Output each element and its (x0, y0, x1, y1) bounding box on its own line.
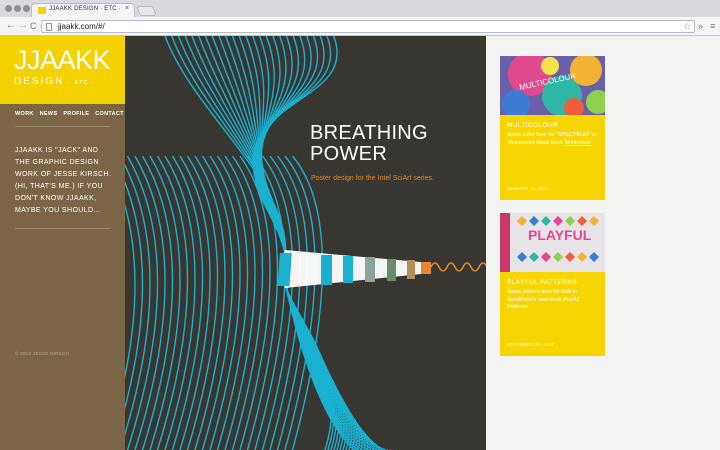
hero-title-line1: BREATHING (310, 122, 428, 144)
minimize-window-icon[interactable] (14, 5, 21, 12)
nav-contact[interactable]: CONTACT (95, 111, 124, 117)
thumbnail-label: PLAYFUL (528, 227, 592, 243)
url-text[interactable]: jjaakk.com/#/ (58, 22, 105, 31)
card-text: Some pattern love for Mali in SendPoint'… (507, 289, 580, 310)
hero-title: BREATHING POWER (310, 123, 428, 165)
nav-profile[interactable]: PROFILE (63, 111, 89, 117)
hero-caption: Poster design for the Intel SciArt serie… (311, 175, 434, 182)
multicolour-thumbnail[interactable]: MULTICOLOUR (500, 56, 605, 115)
hero-poster[interactable]: BREATHING POWER Poster design for the In… (125, 36, 486, 450)
card-link[interactable]: Multicolour (565, 140, 592, 146)
site-logo[interactable]: JJAAKK DESIGN · ETC · (0, 36, 125, 104)
tab-close-icon[interactable]: × (125, 5, 129, 12)
maximize-window-icon[interactable] (23, 5, 30, 12)
intro-text: JJAAKK IS "JACK" AND THE GRAPHIC DESIGN … (15, 147, 112, 214)
copyright-text: © 2012 JESSE KIRSCH (15, 351, 70, 356)
browser-tab[interactable]: JJAAKK DESIGN · ETC · × (31, 3, 135, 17)
news-card-multicolour[interactable]: MULTICOLOUR MULTICOLOUR Some color love … (500, 56, 605, 200)
card-title[interactable]: PLAYFUL PATTERNS (507, 279, 577, 286)
nav-work[interactable]: WORK (15, 111, 34, 117)
contour-lines (125, 36, 400, 450)
card-date: DECEMBER 04, 2012 (507, 342, 554, 347)
logo-design-text: DESIGN (14, 76, 65, 87)
favicon-icon (38, 7, 46, 14)
logo-wordmark: JJAAKK (14, 45, 111, 75)
tab-title: JJAAKK DESIGN · ETC · (49, 6, 121, 12)
browser-tab-strip: JJAAKK DESIGN · ETC · × (0, 0, 720, 17)
intro-divider (15, 228, 110, 229)
address-bar[interactable]: jjaakk.com/#/ ☆ (41, 20, 695, 33)
reload-icon[interactable]: C (30, 20, 37, 32)
sidebar: JJAAKK DESIGN · ETC · WORK NEWS PROFILE … (0, 36, 125, 450)
page-viewport: JJAAKK DESIGN · ETC · WORK NEWS PROFILE … (0, 36, 720, 450)
logo-etc-text: · ETC · (69, 80, 94, 86)
nav-divider (15, 126, 110, 127)
card-title[interactable]: MULTICOLOUR (507, 122, 558, 129)
horn-illustration (277, 250, 486, 288)
menu-icon[interactable]: ≡ (710, 20, 715, 32)
bookmark-star-icon[interactable]: ☆ (683, 21, 691, 32)
main-nav: WORK NEWS PROFILE CONTACT (15, 111, 124, 117)
new-tab-button[interactable] (136, 6, 157, 16)
card-date: JANUARY 11, 2013 (507, 186, 549, 191)
logo-tagline: DESIGN · ETC · (14, 76, 94, 87)
hero-title-line2: POWER (310, 143, 388, 165)
forward-icon[interactable]: → (18, 20, 28, 32)
playful-thumbnail[interactable]: PLAYFUL (500, 213, 605, 272)
extension-icon[interactable]: » (698, 20, 703, 32)
back-icon[interactable]: ← (6, 20, 16, 32)
nav-news[interactable]: NEWS (40, 111, 58, 117)
page-icon (46, 23, 52, 31)
breathing-power-artwork (125, 36, 486, 450)
browser-toolbar: ← → C jjaakk.com/#/ ☆ » ≡ (0, 17, 720, 36)
close-window-icon[interactable] (5, 5, 12, 12)
news-card-playful-patterns[interactable]: PLAYFUL PLAYFUL PATTERNS Some pattern lo… (500, 213, 605, 356)
card-text: Some color love for "SPECTRUM" in Victio… (507, 132, 601, 147)
